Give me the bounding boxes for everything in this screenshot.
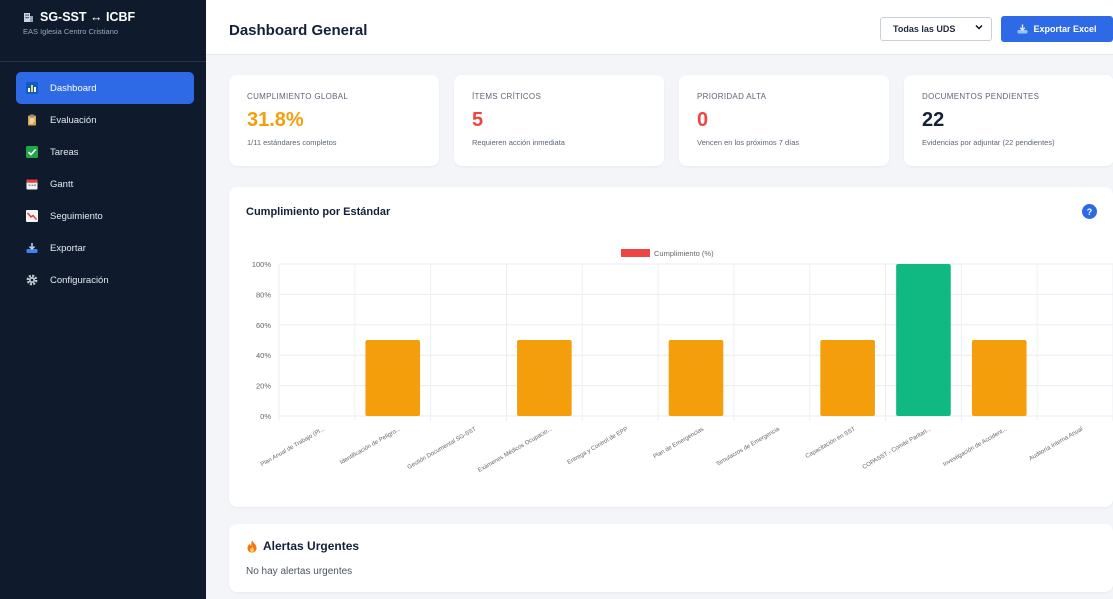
x-tick-label: Plan Anual de Trabajo (Pl...	[260, 426, 326, 468]
clipboard-icon	[26, 114, 38, 126]
sidebar-item-exportar[interactable]: Exportar	[16, 232, 194, 264]
x-tick-label: Exámenes Médicos Ocupacio...	[477, 426, 553, 474]
sidebar-nav: Dashboard Evaluación Tareas Gantt Seguim…	[0, 62, 206, 296]
kpi-label: ÍTEMS CRÍTICOS	[472, 92, 542, 101]
alerts-panel: Alertas Urgentes No hay alertas urgentes	[229, 524, 1113, 592]
x-tick-label: Gestión Documental SG-SST	[407, 426, 478, 471]
chart-bar	[896, 264, 951, 416]
alerts-title: Alertas Urgentes	[246, 539, 359, 553]
uds-filter-value: Todas las UDS	[893, 24, 956, 34]
kpi-subtext: 1/11 estándares completos	[247, 138, 337, 147]
kpi-subtext: Requieren acción inmediata	[472, 138, 565, 147]
bar-chart-icon	[26, 82, 38, 94]
calendar-icon	[26, 178, 38, 190]
brand-name: SG-SST ↔ ICBF	[40, 10, 136, 24]
kpi-value: 5	[472, 109, 484, 131]
chart-bar	[517, 340, 572, 416]
y-tick-label: 40%	[256, 351, 271, 360]
brand-title: SG-SST ↔ ICBF	[23, 10, 206, 24]
y-tick-label: 60%	[256, 321, 271, 330]
export-icon	[1017, 24, 1028, 34]
sidebar-item-label: Evaluación	[50, 114, 97, 126]
sidebar: SG-SST ↔ ICBF EAS Iglesia Centro Cristia…	[0, 0, 206, 599]
sidebar-item-label: Dashboard	[50, 82, 97, 94]
brand: SG-SST ↔ ICBF EAS Iglesia Centro Cristia…	[0, 0, 206, 62]
chart-panel: Cumplimiento por Estándar ? 0% 20% 40% 60% 8…	[229, 187, 1113, 507]
alerts-title-text: Alertas Urgentes	[263, 539, 360, 553]
sidebar-item-gantt[interactable]: Gantt	[16, 168, 194, 200]
x-tick-label: Plan de Emergencias	[653, 427, 705, 461]
building-icon	[24, 12, 33, 22]
chart-bar	[971, 340, 1027, 416]
export-excel-button[interactable]: Exportar Excel	[1001, 16, 1113, 42]
brand-subtitle: EAS Iglesia Centro Cristiano	[23, 27, 119, 36]
sidebar-item-label: Configuración	[50, 274, 109, 286]
kpi-value: 22	[922, 109, 945, 131]
sidebar-item-evaluacion[interactable]: Evaluación	[16, 104, 194, 136]
x-tick-label: Identificación de Peligro...	[339, 426, 402, 466]
x-tick-label: Auditoría Interna Anual	[1028, 427, 1084, 463]
sidebar-item-configuracion[interactable]: Configuración	[16, 264, 194, 296]
chart-bar	[820, 340, 875, 416]
chart-bar	[365, 340, 421, 416]
x-tick-label: Capacitación en SST	[805, 426, 857, 460]
compliance-bar-chart: 0% 20% 40% 60% 80% 100% Plan Anual de Trabajo …	[252, 249, 1113, 474]
uds-filter-select[interactable]: Todas las UDS	[880, 17, 992, 41]
sidebar-item-label: Seguimiento	[50, 210, 103, 222]
x-tick-label: COPASST - Comité Paritari...	[862, 426, 933, 470]
page-title: Dashboard General	[229, 22, 368, 39]
sidebar-item-dashboard[interactable]: Dashboard	[16, 72, 194, 104]
legend-swatch	[621, 249, 650, 257]
alerts-empty-text: No hay alertas urgentes	[246, 566, 353, 577]
export-excel-label: Exportar Excel	[1033, 24, 1097, 34]
kpi-label: DOCUMENTOS PENDIENTES	[922, 92, 1040, 101]
y-tick-label: 80%	[256, 290, 271, 299]
y-tick-label: 0%	[260, 412, 271, 421]
y-tick-label: 100%	[252, 260, 272, 269]
sidebar-item-seguimiento[interactable]: Seguimiento	[16, 200, 194, 232]
kpi-label: PRIORIDAD ALTA	[697, 92, 767, 101]
gear-icon	[26, 274, 38, 286]
kpi-card-cumplimiento: CUMPLIMIENTO GLOBAL 31.8% 1/11 estándare…	[229, 75, 439, 166]
kpi-subtext: Evidencias por adjuntar (22 pendientes)	[922, 138, 1055, 147]
kpi-card-items-criticos: ÍTEMS CRÍTICOS 5 Requieren acción inmedi…	[454, 75, 664, 166]
chart-bar	[668, 340, 724, 416]
sidebar-item-label: Tareas	[50, 146, 79, 158]
fire-icon	[247, 540, 257, 552]
y-tick-label: 20%	[256, 382, 271, 391]
x-tick-label: Investigación de Accident...	[942, 426, 1008, 468]
chevron-down-icon	[975, 23, 983, 33]
x-tick-label: Entrega y Control de EPP	[567, 427, 630, 467]
sidebar-item-label: Gantt	[50, 178, 74, 190]
top-header: Dashboard General Todas las UDS Exportar…	[206, 0, 1113, 55]
kpi-subtext: Vencen en los próximos 7 días	[697, 138, 800, 147]
sidebar-item-label: Exportar	[50, 242, 86, 254]
x-tick-label: Simulacros de Emergencia	[716, 426, 782, 467]
export-icon	[26, 242, 38, 254]
legend-label: Cumplimiento (%)	[654, 249, 714, 258]
kpi-card-documentos-pendientes: DOCUMENTOS PENDIENTES 22 Evidencias por …	[904, 75, 1113, 166]
kpi-value: 0	[697, 109, 709, 131]
kpi-value: 31.8%	[247, 109, 304, 131]
trend-icon	[26, 210, 38, 222]
checkbox-icon	[26, 146, 38, 158]
kpi-label: CUMPLIMIENTO GLOBAL	[247, 92, 349, 101]
sidebar-item-tareas[interactable]: Tareas	[16, 136, 194, 168]
kpi-card-prioridad-alta: PRIORIDAD ALTA 0 Vencen en los próximos …	[679, 75, 889, 166]
